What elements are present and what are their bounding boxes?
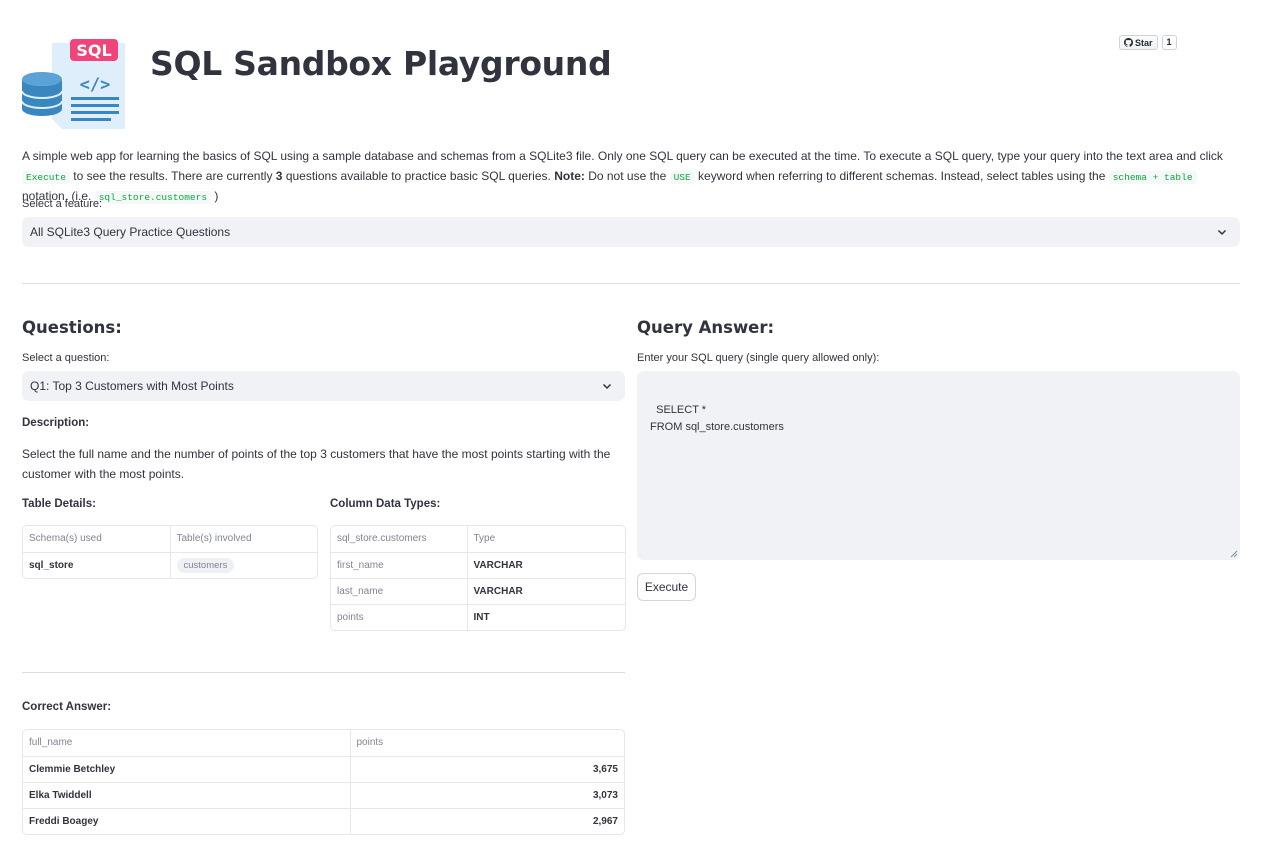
github-icon: [1124, 38, 1133, 47]
execute-button[interactable]: Execute: [637, 573, 696, 601]
feature-select-label: Select a feature:: [22, 198, 103, 210]
table-row: first_name VARCHAR: [331, 552, 625, 579]
intro-text: Do not use the: [584, 168, 670, 183]
column-header: Schema(s) used: [23, 526, 171, 553]
note-label: Note:: [554, 168, 585, 183]
description-label: Description:: [22, 417, 90, 429]
github-star-count[interactable]: 1: [1161, 35, 1177, 50]
intro-text: questions available to practice basic SQ…: [282, 168, 555, 183]
feature-select-value: All SQLite3 Query Practice Questions: [30, 225, 231, 239]
feature-select[interactable]: All SQLite3 Query Practice Questions: [22, 217, 1240, 247]
divider: [22, 672, 625, 673]
sql-query-textarea[interactable]: SELECT * FROM sql_store.customers: [637, 371, 1240, 560]
inline-code: schema + table: [1108, 170, 1197, 184]
table-row: Elka Twiddell 3,073: [23, 782, 624, 809]
github-star-widget[interactable]: Star 1: [1119, 35, 1177, 50]
table-cell: points: [331, 604, 468, 630]
github-star-button[interactable]: Star: [1119, 35, 1158, 50]
table-cell: Elka Twiddell: [23, 782, 351, 809]
questions-heading: Questions:: [22, 318, 122, 337]
correct-answer-label: Correct Answer:: [22, 701, 112, 713]
table-details-label: Table Details:: [22, 498, 96, 510]
github-star-label: Star: [1135, 37, 1153, 48]
table-cell: first_name: [331, 552, 468, 579]
intro-text: to see the results. There are currently: [69, 168, 276, 183]
inline-code: sql_store.customers: [94, 191, 212, 204]
sql-database-icon: SQL </>: [21, 39, 125, 129]
table-row: last_name VARCHAR: [331, 578, 625, 605]
column-header: Table(s) involved: [170, 526, 317, 553]
app-logo: SQL </>: [21, 35, 126, 130]
table-row: sql_store customers: [23, 552, 317, 578]
question-select-label: Select a question:: [22, 352, 110, 364]
correct-answer-table: full_name points Clemmie Betchley 3,675 …: [22, 729, 625, 835]
page-title: SQL Sandbox Playground: [150, 44, 612, 83]
intro-text: ): [211, 189, 219, 203]
column-header: sql_store.customers: [331, 526, 468, 553]
intro-text: keyword when referring to different sche…: [694, 168, 1109, 183]
table-cell: VARCHAR: [467, 578, 625, 605]
table-cell: 3,675: [350, 756, 624, 783]
query-input-label: Enter your SQL query (single query allow…: [637, 352, 880, 364]
table-cell: Freddi Boagey: [23, 808, 351, 834]
table-cell: customers: [170, 552, 317, 578]
table-row: points INT: [331, 604, 625, 630]
column-header: points: [350, 730, 624, 757]
table-tag: customers: [176, 557, 235, 573]
question-select[interactable]: Q1: Top 3 Customers with Most Points: [22, 371, 625, 401]
question-description: Select the full name and the number of p…: [22, 447, 611, 481]
divider: [22, 283, 1240, 284]
table-cell: 3,073: [350, 782, 624, 809]
chevron-down-icon: [602, 383, 612, 390]
question-select-value: Q1: Top 3 Customers with Most Points: [30, 379, 234, 393]
chevron-down-icon: [1217, 229, 1227, 236]
table-cell: INT: [473, 611, 490, 623]
table-cell: VARCHAR: [467, 552, 625, 579]
table-cell: 2,967: [592, 815, 618, 827]
table-details-table: Schema(s) used Table(s) involved sql_sto…: [22, 525, 318, 579]
column-header: Type: [467, 526, 625, 553]
table-cell: last_name: [331, 578, 468, 605]
column-header: full_name: [23, 730, 351, 757]
table-row: Clemmie Betchley 3,675: [23, 756, 624, 783]
table-row: Freddi Boagey 2,967: [23, 808, 624, 834]
intro-paragraph: A simple web app for learning the basics…: [22, 147, 1240, 208]
table-cell: sql_store: [23, 552, 171, 578]
inline-code: USE: [669, 170, 695, 184]
sql-query-value: SELECT * FROM sql_store.customers: [650, 404, 784, 433]
query-answer-heading: Query Answer:: [637, 318, 775, 337]
column-types-table: sql_store.customers Type first_name VARC…: [330, 525, 626, 631]
resize-handle-icon[interactable]: [1230, 550, 1238, 558]
inline-code: Execute: [22, 170, 70, 184]
table-cell: Clemmie Betchley: [23, 756, 351, 783]
svg-text:</>: </>: [80, 75, 111, 95]
column-types-label: Column Data Types:: [330, 498, 441, 510]
intro-text: A simple web app for learning the basics…: [22, 149, 1223, 163]
logo-label: SQL: [76, 41, 111, 60]
